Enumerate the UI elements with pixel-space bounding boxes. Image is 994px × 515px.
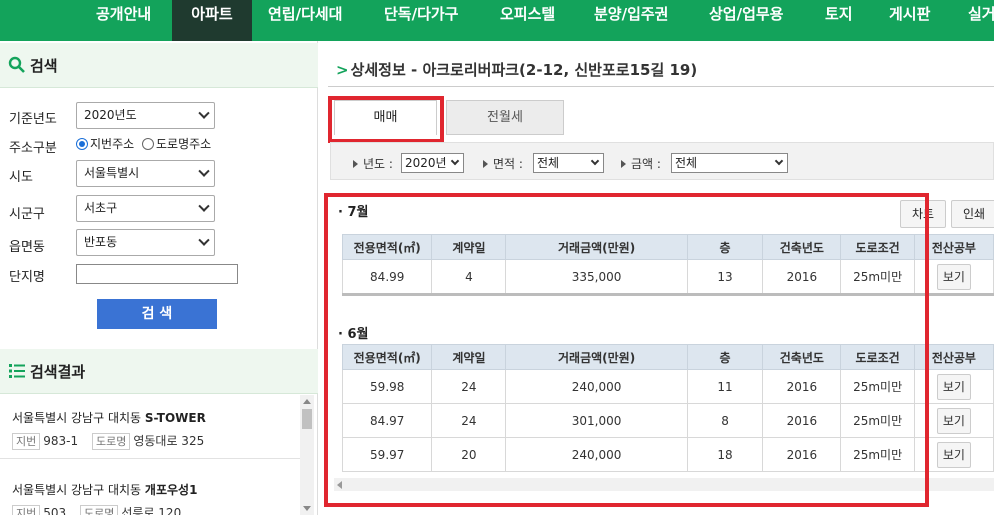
radio-lot-label: 지번주소 (90, 137, 135, 151)
complex-name-label: 단지명 (9, 270, 45, 285)
nav-item-board[interactable]: 게시판 (889, 0, 930, 41)
triangle-right-icon (621, 160, 626, 168)
search-panel-header: 검색 (0, 43, 318, 88)
year-select[interactable]: 2020년도 (76, 102, 215, 129)
chevron-down-icon (198, 165, 210, 177)
road-tag: 도로명 (91, 433, 131, 450)
list-icon (9, 364, 25, 378)
radio-road-address[interactable] (142, 138, 154, 150)
nav-item-disclosure[interactable]: 공개안내 (96, 0, 160, 41)
filter-year-value: 2020년 (405, 156, 447, 170)
sigungu-select-value: 서초구 (84, 201, 118, 215)
search-button[interactable]: 검 색 (97, 299, 217, 329)
year-select-value: 2020년도 (84, 108, 137, 122)
road-tag: 도로명 (79, 505, 119, 515)
nav-item-apartment[interactable]: 아파트 (172, 0, 252, 41)
nav-item-commercial[interactable]: 상업/업무용 (709, 0, 783, 41)
nav-item-detached[interactable]: 단독/다가구 (384, 0, 458, 41)
lot-tag: 지번 (12, 433, 41, 450)
year-label: 기준년도 (9, 112, 57, 127)
filter-year-select[interactable]: 2020년 (401, 153, 464, 173)
result-address: 서울특별시 강남구 대치동 (12, 411, 142, 425)
results-scrollbar[interactable] (300, 395, 314, 515)
list-item[interactable]: 서울특별시 강남구 대치동 S-TOWER 지번 983-1 도로명 영동대로 32… (12, 409, 214, 450)
divider (328, 86, 994, 87)
view-button[interactable]: 보기 (936, 263, 971, 290)
result-address: 서울특별시 강남구 대치동 (12, 483, 142, 497)
detail-title-name: 아크로리버파크(2-12, 신반포로15길 19) (422, 61, 698, 79)
nav-item-land[interactable]: 토지 (825, 0, 853, 41)
nav-item-officetel[interactable]: 오피스텔 (500, 0, 555, 41)
detail-title: > 상세정보 - 아크로리버파크(2-12, 신반포로15길 19) (336, 59, 697, 80)
search-sidebar: 검색 기준년도 2020년도 주소구분 지번주소 도로명주소 시도 서울특별시 … (0, 41, 318, 515)
sido-label: 시도 (9, 170, 33, 185)
lot-value: 983-1 (43, 434, 79, 448)
nav-item-rowhouse[interactable]: 연립/다세대 (268, 0, 342, 41)
detail-title-prefix: 상세정보 - (350, 61, 423, 79)
filter-year-label: 년도 : (353, 155, 393, 172)
radio-road-label: 도로명주소 (156, 137, 212, 151)
highlight-box-table (324, 193, 929, 507)
detail-panel: > 상세정보 - 아크로리버파크(2-12, 신반포로15길 19) 매매 전월세… (318, 41, 994, 515)
dong-select-value: 반포동 (84, 235, 118, 249)
chevron-right-icon: > (336, 61, 349, 79)
divider (0, 458, 300, 459)
tab-lease[interactable]: 전월세 (446, 100, 564, 135)
results-panel-title: 검색결과 (30, 363, 86, 381)
address-type-label: 주소구분 (9, 141, 57, 156)
top-navigation: 공개안내 아파트 연립/다세대 단독/다가구 오피스텔 분양/입주권 상업/업무… (0, 0, 994, 41)
print-button[interactable]: 인쇄 (951, 200, 994, 228)
chevron-down-icon (198, 234, 210, 246)
sigungu-label: 시군구 (9, 207, 45, 222)
chevron-down-icon (774, 156, 784, 166)
search-panel-title: 검색 (30, 57, 58, 75)
triangle-right-icon (483, 160, 488, 168)
dong-label: 읍면동 (9, 240, 45, 255)
view-button[interactable]: 보기 (936, 407, 971, 434)
filter-bar: 년도 : 2020년 면적 : 전체 금액 : 전체 (330, 142, 994, 180)
lot-tag: 지번 (12, 505, 41, 515)
filter-area-value: 전체 (537, 156, 560, 170)
sigungu-select[interactable]: 서초구 (76, 195, 215, 222)
sido-select-value: 서울특별시 (84, 166, 140, 180)
filter-amount-value: 전체 (675, 156, 698, 170)
search-icon (8, 56, 25, 73)
filter-area-label: 면적 : (483, 155, 523, 172)
result-name: 개포우성1 (144, 483, 198, 497)
complex-name-input[interactable] (76, 264, 238, 284)
chevron-down-icon (590, 156, 600, 166)
result-name: S-TOWER (144, 411, 206, 425)
chevron-down-icon (198, 107, 210, 119)
lot-value: 503 (43, 506, 67, 515)
view-button[interactable]: 보기 (936, 373, 971, 400)
dong-select[interactable]: 반포동 (76, 229, 215, 256)
nav-item-presale[interactable]: 분양/입주권 (594, 0, 668, 41)
triangle-right-icon (353, 160, 358, 168)
chevron-down-icon (450, 156, 460, 166)
radio-lot-address[interactable] (76, 138, 88, 150)
nav-item-realtrade[interactable]: 실거 (968, 0, 994, 41)
results-list: 서울특별시 강남구 대치동 S-TOWER 지번 983-1 도로명 영동대로 32… (0, 395, 318, 515)
view-button[interactable]: 보기 (936, 441, 971, 468)
results-panel-header: 검색결과 (0, 349, 318, 394)
road-value: 선릉로 120 (121, 506, 182, 515)
sido-select[interactable]: 서울특별시 (76, 160, 215, 187)
scroll-down-icon[interactable] (303, 506, 311, 511)
filter-amount-select[interactable]: 전체 (671, 153, 788, 173)
scroll-thumb[interactable] (302, 409, 312, 429)
address-type-radios: 지번주소 도로명주소 (76, 135, 211, 152)
list-item[interactable]: 서울특별시 강남구 대치동 개포우성1 지번 503 도로명 선릉로 120 (12, 481, 197, 515)
filter-amount-label: 금액 : (621, 155, 661, 172)
road-value: 영동대로 325 (133, 434, 205, 448)
scroll-up-icon[interactable] (303, 399, 311, 404)
chevron-down-icon (198, 200, 210, 212)
highlight-box-tab (328, 96, 444, 143)
filter-area-select[interactable]: 전체 (533, 153, 604, 173)
